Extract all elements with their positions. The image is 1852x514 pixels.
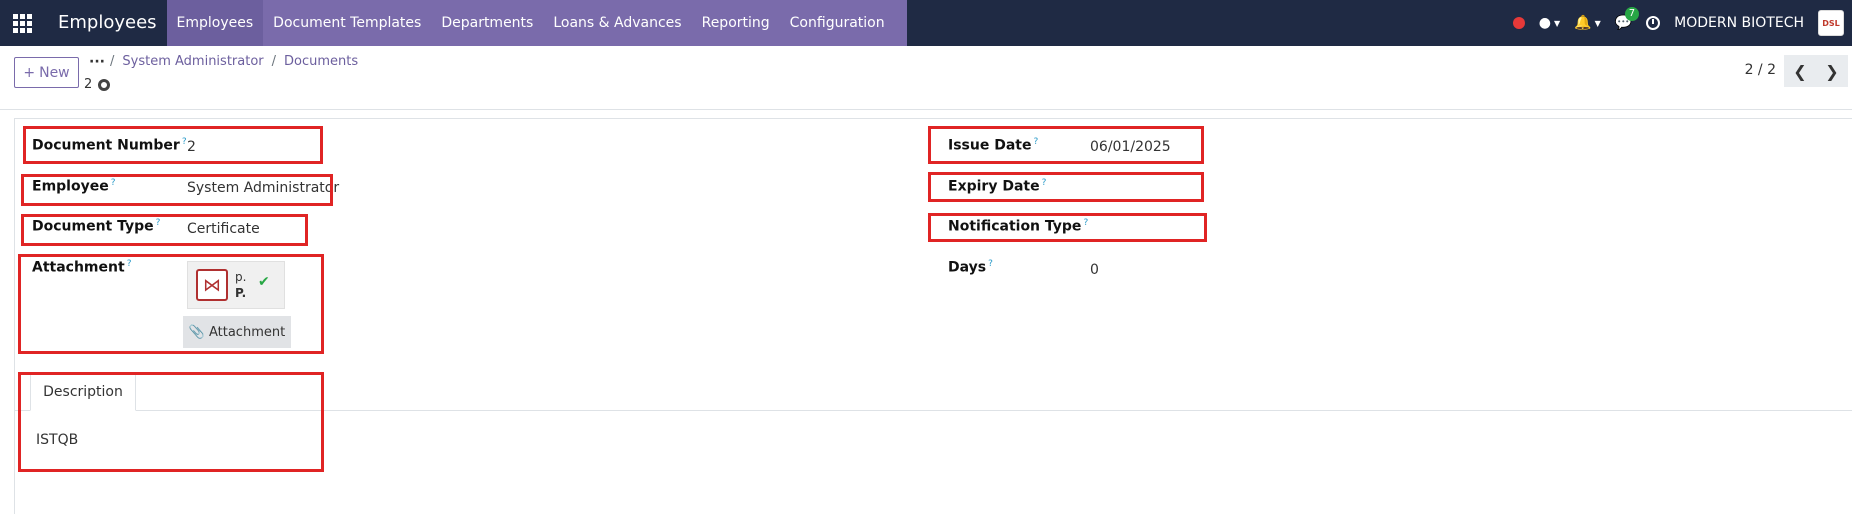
top-navbar: Employees Employees Document Templates D… bbox=[0, 0, 1852, 46]
app-menu-button[interactable] bbox=[0, 0, 44, 46]
new-button[interactable]: + New bbox=[14, 57, 79, 88]
highlight-description bbox=[18, 372, 324, 472]
plus-icon: + bbox=[23, 64, 36, 81]
droplet-menu[interactable]: ● ▼ bbox=[1539, 15, 1560, 31]
messaging-menu[interactable]: 💬 7 bbox=[1615, 7, 1640, 31]
chat-count-badge: 7 bbox=[1624, 7, 1640, 21]
highlight-employee bbox=[21, 174, 333, 206]
control-panel: + New ··· / System Administrator / Docum… bbox=[0, 46, 1852, 110]
breadcrumb-system-administrator[interactable]: System Administrator bbox=[122, 54, 263, 69]
notifications-menu[interactable]: 🔔 ▼ bbox=[1574, 15, 1601, 31]
highlight-issue-date bbox=[928, 126, 1204, 164]
pager-previous-button[interactable]: ❮ bbox=[1784, 55, 1816, 87]
highlight-document-number bbox=[23, 126, 323, 164]
menu-configuration[interactable]: Configuration bbox=[780, 0, 895, 46]
clock-icon[interactable] bbox=[1646, 16, 1661, 30]
days-field[interactable]: 0 bbox=[1090, 262, 1099, 278]
pager-next-button[interactable]: ❯ bbox=[1816, 55, 1848, 87]
chevron-left-icon: ❮ bbox=[1793, 61, 1807, 81]
highlight-notification-type bbox=[928, 213, 1207, 242]
droplet-icon: ● bbox=[1538, 15, 1551, 31]
menu-departments[interactable]: Departments bbox=[431, 0, 543, 46]
record-title: 2 bbox=[84, 77, 111, 92]
recording-icon[interactable] bbox=[1512, 17, 1525, 29]
company-logo[interactable]: DSL bbox=[1818, 10, 1844, 36]
company-switcher[interactable]: MODERN BIOTECH bbox=[1674, 15, 1804, 31]
highlight-expiry-date bbox=[928, 172, 1204, 202]
bell-icon: 🔔 bbox=[1574, 15, 1592, 31]
breadcrumb-documents[interactable]: Documents bbox=[284, 54, 358, 69]
menu-loans-advances[interactable]: Loans & Advances bbox=[543, 0, 691, 46]
highlight-attachment bbox=[18, 254, 324, 354]
menu-employees[interactable]: Employees bbox=[166, 0, 264, 46]
caret-down-icon: ▼ bbox=[1594, 18, 1601, 28]
chevron-right-icon: ❯ bbox=[1825, 61, 1839, 81]
pager-value[interactable]: 2 / 2 bbox=[1745, 62, 1776, 78]
breadcrumb: / System Administrator / Documents bbox=[110, 54, 359, 69]
highlight-document-type bbox=[21, 214, 308, 246]
menu-reporting[interactable]: Reporting bbox=[692, 0, 780, 46]
app-name[interactable]: Employees bbox=[44, 0, 167, 46]
grid-icon bbox=[12, 13, 32, 33]
caret-down-icon: ▼ bbox=[1553, 18, 1561, 28]
main-menu: Employees Document Templates Departments… bbox=[166, 0, 907, 46]
breadcrumb-more-button[interactable]: ··· bbox=[89, 54, 105, 70]
menu-document-templates[interactable]: Document Templates bbox=[263, 0, 431, 46]
days-label: Days? bbox=[948, 259, 993, 276]
gear-icon[interactable] bbox=[98, 78, 111, 91]
systray: ● ▼ 🔔 ▼ 💬 7 MODERN BIOTECH DSL bbox=[1512, 0, 1852, 46]
